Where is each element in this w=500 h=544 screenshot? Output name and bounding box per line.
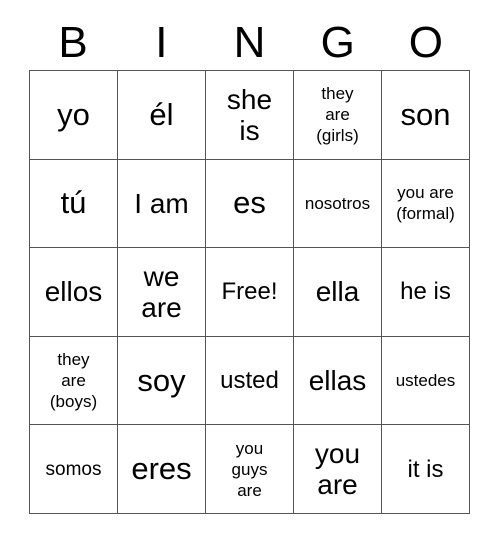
- bingo-cell[interactable]: ellas: [294, 336, 382, 426]
- bingo-header-letter-n: N: [233, 18, 266, 67]
- bingo-cell-label: ellos: [44, 276, 103, 308]
- bingo-card: B I N G O yo él she is they are (girls) …: [0, 0, 500, 544]
- bingo-cell-label: I am: [134, 187, 189, 219]
- bingo-cell-label: eres: [131, 451, 192, 487]
- bingo-cell-label: nosotros: [304, 193, 371, 213]
- bingo-cell-label: he is: [400, 278, 451, 306]
- bingo-cell-label: somos: [45, 458, 102, 480]
- bingo-cell-label: you are (formal): [396, 183, 455, 224]
- bingo-cell[interactable]: él: [118, 71, 206, 160]
- bingo-cell-label: es: [233, 185, 266, 221]
- bingo-cell[interactable]: you are: [294, 425, 382, 514]
- bingo-cell[interactable]: ellos: [30, 248, 118, 337]
- bingo-cell[interactable]: nosotros: [294, 159, 382, 249]
- bingo-cell[interactable]: es: [206, 159, 294, 249]
- bingo-cell[interactable]: you guys are: [206, 425, 294, 514]
- bingo-cell[interactable]: son: [382, 71, 470, 160]
- bingo-cell[interactable]: ella: [294, 248, 382, 337]
- bingo-cell[interactable]: he is: [382, 248, 470, 337]
- bingo-cell-label: usted: [220, 367, 279, 395]
- bingo-cell[interactable]: somos: [30, 425, 118, 514]
- bingo-cell-label: ella: [315, 276, 360, 308]
- bingo-cell-label: ellas: [308, 365, 367, 397]
- bingo-grid: yo él she is they are (girls) son tú I a…: [29, 70, 470, 514]
- bingo-cell[interactable]: I am: [118, 159, 206, 249]
- bingo-cell-label: soy: [137, 362, 186, 398]
- bingo-cell-label: they are (boys): [49, 350, 98, 412]
- bingo-cell[interactable]: ustedes: [382, 336, 470, 426]
- bingo-header-row: B I N G O: [29, 16, 470, 70]
- bingo-cell-label: you are: [314, 438, 361, 501]
- bingo-cell-label: ustedes: [395, 371, 456, 391]
- bingo-header-letter-o: O: [408, 18, 444, 67]
- bingo-header-letter-b: B: [58, 18, 88, 67]
- bingo-cell[interactable]: it is: [382, 425, 470, 514]
- bingo-cell-label: they are (girls): [316, 84, 359, 146]
- bingo-cell-label: Free!: [221, 278, 278, 306]
- bingo-cell[interactable]: she is: [206, 71, 294, 160]
- bingo-cell[interactable]: eres: [118, 425, 206, 514]
- bingo-cell[interactable]: they are (girls): [294, 71, 382, 160]
- bingo-cell[interactable]: soy: [118, 336, 206, 426]
- bingo-cell[interactable]: usted: [206, 336, 294, 426]
- bingo-cell-label: son: [400, 96, 451, 132]
- bingo-cell[interactable]: tú: [30, 159, 118, 249]
- bingo-cell[interactable]: you are (formal): [382, 159, 470, 249]
- bingo-cell-label: we are: [141, 260, 182, 323]
- bingo-cell[interactable]: they are (boys): [30, 336, 118, 426]
- bingo-cell-label: you guys are: [231, 438, 268, 500]
- bingo-header-letter-g: G: [320, 18, 355, 67]
- bingo-cell-label: she is: [226, 83, 273, 146]
- bingo-cell-free[interactable]: Free!: [206, 248, 294, 337]
- bingo-cell[interactable]: yo: [30, 71, 118, 160]
- bingo-cell-label: él: [149, 96, 174, 132]
- bingo-cell-label: it is: [407, 455, 444, 483]
- bingo-header-letter-i: I: [155, 18, 168, 67]
- bingo-cell[interactable]: we are: [118, 248, 206, 337]
- bingo-cell-label: yo: [57, 96, 90, 132]
- bingo-cell-label: tú: [60, 185, 87, 221]
